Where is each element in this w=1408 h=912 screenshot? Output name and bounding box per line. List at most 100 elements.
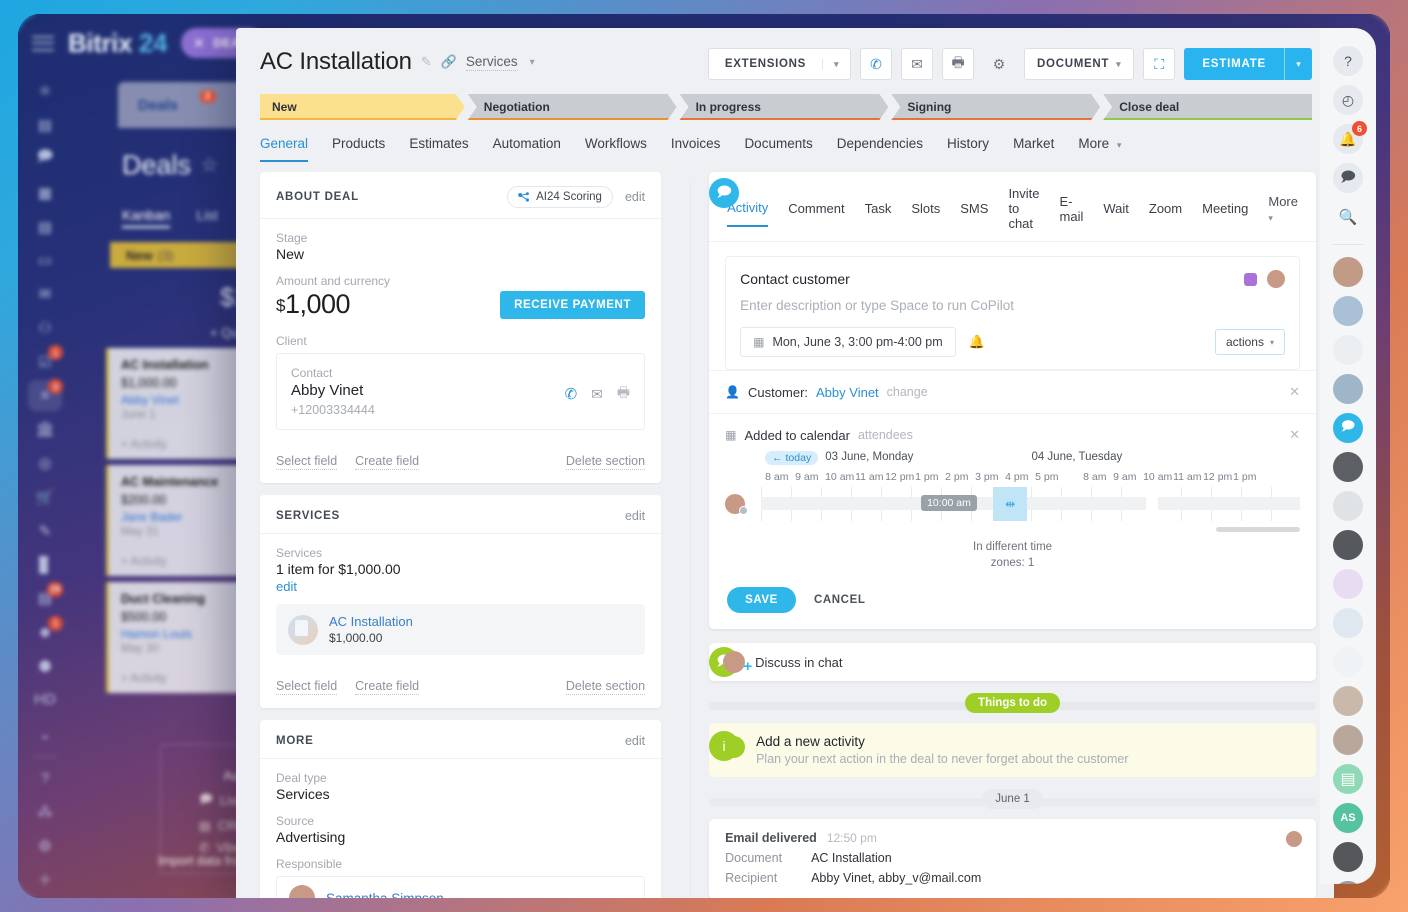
document-button[interactable]: DOCUMENT ▾ [1024,48,1134,80]
avatar[interactable] [1267,270,1285,288]
tab-more[interactable]: More ▾ [1078,136,1121,162]
edit-pencil-icon[interactable]: ✎ [421,54,432,70]
tab-automation[interactable]: Automation [493,136,561,162]
create-field-link[interactable]: Create field [355,679,419,695]
rail-icon-company[interactable]: ⚇ [28,313,62,344]
favorite-star-icon[interactable]: ☆ [201,154,218,177]
link-icon[interactable]: 🔗 [441,54,457,70]
tab-dependencies[interactable]: Dependencies [837,136,923,162]
messages-icon[interactable]: 🗩 [1333,163,1363,193]
create-field-link[interactable]: Create field [355,454,419,470]
tab-estimates[interactable]: Estimates [409,136,468,162]
rail-icon-sites[interactable]: 🏛 [28,414,62,445]
delete-section-link[interactable]: Delete section [566,679,645,695]
rail-icon-contact-center[interactable]: ▤ 28 [28,583,62,614]
message-icon[interactable]: 🖶 [617,382,630,406]
rail-icon-calendar[interactable]: ▦ [28,177,62,208]
rail-icon-analytics[interactable]: ▊ [28,549,62,580]
avatar[interactable] [1333,725,1363,755]
estimate-button[interactable]: ESTIMATE ▾ [1184,48,1312,80]
call-icon[interactable]: ✆ [565,385,578,403]
close-icon[interactable]: ✕ [1289,384,1300,400]
about-deal-edit-link[interactable]: edit [625,190,645,204]
tab-zoom[interactable]: Zoom [1149,201,1182,226]
chat-avatar-icon[interactable]: 🗩 [1333,413,1363,443]
today-chip[interactable]: ← today [765,451,818,465]
activity-actions-dropdown[interactable]: actions ▾ [1215,329,1285,355]
menu-burger-icon[interactable] [32,36,54,51]
rail-icon-news[interactable]: ▤ [28,110,62,141]
client-contact-box[interactable]: Contact Abby Vinet +12003334444 ✆ ✉ 🖶 [276,353,645,430]
tab-comment[interactable]: Comment [788,201,844,226]
avatar[interactable] [1333,257,1363,287]
rail-icon-help[interactable]: ? [28,763,62,794]
stage-negotiation[interactable]: Negotiation [468,94,677,120]
email-button[interactable]: ✉ [901,48,933,80]
services-edit-link[interactable]: edit [625,509,645,523]
rail-icon-activity-stream[interactable]: ⚛ [28,76,62,107]
background-tab-deals[interactable]: Deals [138,97,178,114]
search-icon[interactable]: 🔍 [1333,202,1363,232]
rail-icon-sitemap[interactable]: ⁂ [28,797,62,828]
tab-sms[interactable]: SMS [960,201,988,226]
avatar[interactable] [1333,374,1363,404]
stage-close-deal[interactable]: Close deal [1103,94,1312,120]
add-activity-card[interactable]: + Add a new activity Plan your next acti… [709,723,1316,777]
tab-general[interactable]: General [260,136,308,162]
avatar[interactable] [1333,491,1363,521]
delete-section-link[interactable]: Delete section [566,454,645,470]
select-field-link[interactable]: Select field [276,454,337,470]
close-icon[interactable]: ✕ [193,35,205,52]
tab-meeting[interactable]: Meeting [1202,201,1248,226]
more-edit-link[interactable]: edit [625,734,645,748]
tab-wait[interactable]: Wait [1103,201,1129,226]
fullscreen-button[interactable]: ⛶ [1143,48,1175,80]
color-tag-icon[interactable] [1244,273,1257,286]
rail-icon-marketing[interactable]: ◎ [28,448,62,479]
tab-invoices[interactable]: Invoices [671,136,721,162]
notifications-icon[interactable]: 🔔 6 [1333,124,1363,154]
calendar-attendees-link[interactable]: attendees [858,428,913,442]
service-list-item[interactable]: AC Installation $1,000.00 [276,604,645,655]
customer-change-link[interactable]: change [887,385,928,399]
receive-payment-button[interactable]: RECEIVE PAYMENT [500,291,645,319]
avatar[interactable] [1333,452,1363,482]
stage-new[interactable]: New [260,94,465,120]
avatar[interactable] [1333,686,1363,716]
tab-workflows[interactable]: Workflows [585,136,647,162]
avatar[interactable] [1333,608,1363,638]
deal-category-dropdown[interactable]: Services [466,54,518,71]
activity-description-input[interactable]: Enter description or type Space to run C… [740,298,1285,313]
rail-icon-documents[interactable]: ▤ [28,211,62,242]
background-view-kanban[interactable]: Kanban [122,207,170,228]
responsible-name[interactable]: Samantha Simpson [326,891,444,899]
mail-icon[interactable]: ✉ [591,386,603,403]
rail-icon-mail[interactable]: ✉ [28,279,62,310]
tab-products[interactable]: Products [332,136,385,162]
tab-more[interactable]: More ▾ [1268,194,1298,234]
avatar[interactable] [1333,842,1363,872]
print-button[interactable]: 🖶 [942,48,974,80]
ai-scoring-chip[interactable]: AI24 Scoring [507,186,613,208]
activity-datetime-chip[interactable]: ▦ Mon, June 3, 3:00 pm-4:00 pm [740,327,956,357]
rail-icon-tasks[interactable]: ☑ 1 [28,346,62,377]
document-avatar-icon[interactable]: ▤ [1333,764,1363,794]
discuss-in-chat-card[interactable]: Discuss in chat [709,643,1316,681]
rail-icon-hd[interactable]: HD [28,684,62,715]
rail-icon-add[interactable]: ＋ [28,864,62,895]
email-card[interactable]: Email delivered 12:50 pm Document AC Ins… [709,819,1316,898]
close-icon[interactable]: ✕ [1289,427,1300,443]
rail-icon-store[interactable]: 🛒 [28,482,62,513]
tab-invite-to-chat[interactable]: Invite to chat [1008,186,1039,241]
background-view-list[interactable]: List [196,207,218,228]
rail-icon-chat[interactable]: 🗩 [28,144,62,175]
rail-icon-signature[interactable]: ✎ [28,515,62,546]
rail-icon-copilot[interactable]: ☻ 1 [28,617,62,648]
tab-history[interactable]: History [947,136,989,162]
avatar[interactable] [1333,530,1363,560]
activity-title-input[interactable]: Contact customer [740,271,850,287]
help-icon[interactable]: ? [1333,46,1363,76]
rail-icon-drive[interactable]: ▭ [28,245,62,276]
call-button[interactable]: ✆ [860,48,892,80]
rail-icon-crm[interactable]: ≡ 3 [28,380,62,411]
